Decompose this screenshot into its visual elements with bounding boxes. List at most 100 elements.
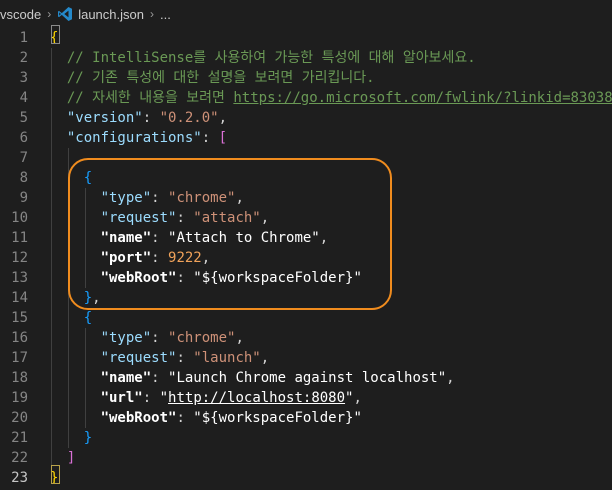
code-line[interactable]: 22 ]: [0, 448, 610, 468]
code-token: "version": [66, 110, 143, 126]
code-text: "request": "launch",: [50, 348, 270, 368]
code-line[interactable]: 18 "name": "Launch Chrome against localh…: [0, 368, 610, 388]
code-token: "${workspaceFolder}": [193, 410, 362, 426]
code-token: :: [201, 130, 219, 146]
line-number: 23: [11, 470, 28, 486]
code-text: {: [50, 308, 92, 328]
code-token: ,: [353, 390, 362, 406]
code-token: [: [218, 130, 228, 146]
breadcrumb: vscode › launch.json › ...: [0, 0, 610, 28]
code-token: }: [83, 430, 93, 446]
code-token: :: [142, 390, 160, 406]
code-token: :: [151, 370, 169, 386]
code-text: "webRoot": "${workspaceFolder}": [50, 408, 362, 428]
code-line[interactable]: 16 "type": "chrome",: [0, 328, 610, 348]
line-number: 14: [11, 290, 28, 306]
code-text: "version": "0.2.0",: [50, 108, 227, 128]
code-token[interactable]: https://go.microsoft.com/fwlink/?linkid=…: [233, 90, 612, 106]
breadcrumb-symbol-label: ...: [159, 6, 171, 22]
code-token: // 자세한 내용을 보려면: [50, 90, 234, 106]
code-token: "0.2.0": [159, 110, 219, 126]
code-text: "name": "Launch Chrome against localhost…: [50, 368, 455, 388]
line-number: 4: [19, 90, 28, 106]
highlight-annotation: [68, 158, 392, 310]
code-token: :: [176, 350, 194, 366]
code-line[interactable]: 20 "webRoot": "${workspaceFolder}": [0, 408, 610, 428]
code-token: "chrome": [168, 330, 236, 346]
code-token: :: [151, 330, 169, 346]
code-text: // 자세한 내용을 보려면 https://go.microsoft.com/…: [50, 88, 612, 108]
line-number: 8: [19, 170, 28, 186]
line-number: 21: [11, 430, 28, 446]
code-text: }: [50, 428, 92, 448]
code-token: :: [142, 110, 160, 126]
line-number: 15: [11, 310, 28, 326]
code-token: "request": [100, 350, 177, 366]
line-number: 7: [19, 150, 28, 166]
code-token: // IntelliSense를 사용하여 가능한 특성에 대해 알아보세요.: [50, 50, 476, 66]
line-number: 11: [11, 230, 28, 246]
code-line[interactable]: 23}: [0, 468, 610, 488]
line-number: 16: [11, 330, 28, 346]
code-token: "type": [100, 330, 152, 346]
breadcrumb-folder-label: vscode: [0, 6, 42, 22]
code-token: ]: [66, 450, 76, 466]
code-token: "launch": [193, 350, 261, 366]
code-text: // 기존 특성에 대한 설명을 보려면 가리킵니다.: [50, 68, 375, 88]
line-number: 20: [11, 410, 28, 426]
line-number: 19: [11, 390, 28, 406]
line-number: 2: [19, 50, 28, 66]
code-token: "url": [100, 390, 143, 406]
code-text: // IntelliSense를 사용하여 가능한 특성에 대해 알아보세요.: [50, 48, 476, 68]
code-text: "type": "chrome",: [50, 328, 244, 348]
code-line[interactable]: 6 "configurations": [: [0, 128, 610, 148]
code-token: // 기존 특성에 대한 설명을 보려면 가리킵니다.: [50, 70, 375, 86]
code-token: ,: [260, 350, 270, 366]
code-token[interactable]: http://localhost:8080: [168, 390, 345, 406]
code-line[interactable]: 2 // IntelliSense를 사용하여 가능한 특성에 대해 알아보세요…: [0, 48, 610, 68]
code-token: "Launch Chrome against localhost": [168, 370, 447, 386]
code-token: ,: [235, 330, 244, 346]
line-number: 6: [19, 130, 28, 146]
bracket-match-box: [51, 25, 60, 44]
line-number: 12: [11, 250, 28, 266]
code-line[interactable]: 15 {: [0, 308, 610, 328]
code-line[interactable]: 17 "request": "launch",: [0, 348, 610, 368]
code-line[interactable]: 1{: [0, 28, 610, 48]
bracket-match-box: [51, 465, 60, 484]
code-line[interactable]: 5 "version": "0.2.0",: [0, 108, 610, 128]
code-token: ": [159, 390, 169, 406]
code-token: {: [83, 310, 93, 326]
code-text: "configurations": [: [50, 128, 227, 148]
code-text: "url": "http://localhost:8080",: [50, 388, 362, 408]
line-number: 5: [19, 110, 28, 126]
line-number: 1: [19, 30, 28, 46]
breadcrumb-file-label: launch.json: [78, 6, 144, 22]
code-line[interactable]: 3 // 기존 특성에 대한 설명을 보려면 가리킵니다.: [0, 68, 610, 88]
code-line[interactable]: 4 // 자세한 내용을 보려면 https://go.microsoft.co…: [0, 88, 612, 108]
breadcrumb-folder[interactable]: vscode: [0, 7, 41, 22]
line-number: 18: [11, 370, 28, 386]
code-line[interactable]: 19 "url": "http://localhost:8080",: [0, 388, 610, 408]
breadcrumb-symbol[interactable]: ...: [160, 7, 171, 22]
line-number: 13: [11, 270, 28, 286]
line-number: 17: [11, 350, 28, 366]
code-line[interactable]: 21 }: [0, 428, 610, 448]
code-token: "configurations": [66, 130, 202, 146]
breadcrumb-file[interactable]: launch.json: [57, 6, 144, 22]
vscode-file-icon: [58, 7, 73, 21]
code-token: ,: [218, 110, 228, 126]
chevron-right-icon: ›: [47, 7, 52, 21]
code-token: ,: [446, 370, 455, 386]
line-number: 10: [11, 210, 28, 226]
code-token: :: [176, 410, 194, 426]
chevron-right-icon: ›: [149, 7, 154, 21]
